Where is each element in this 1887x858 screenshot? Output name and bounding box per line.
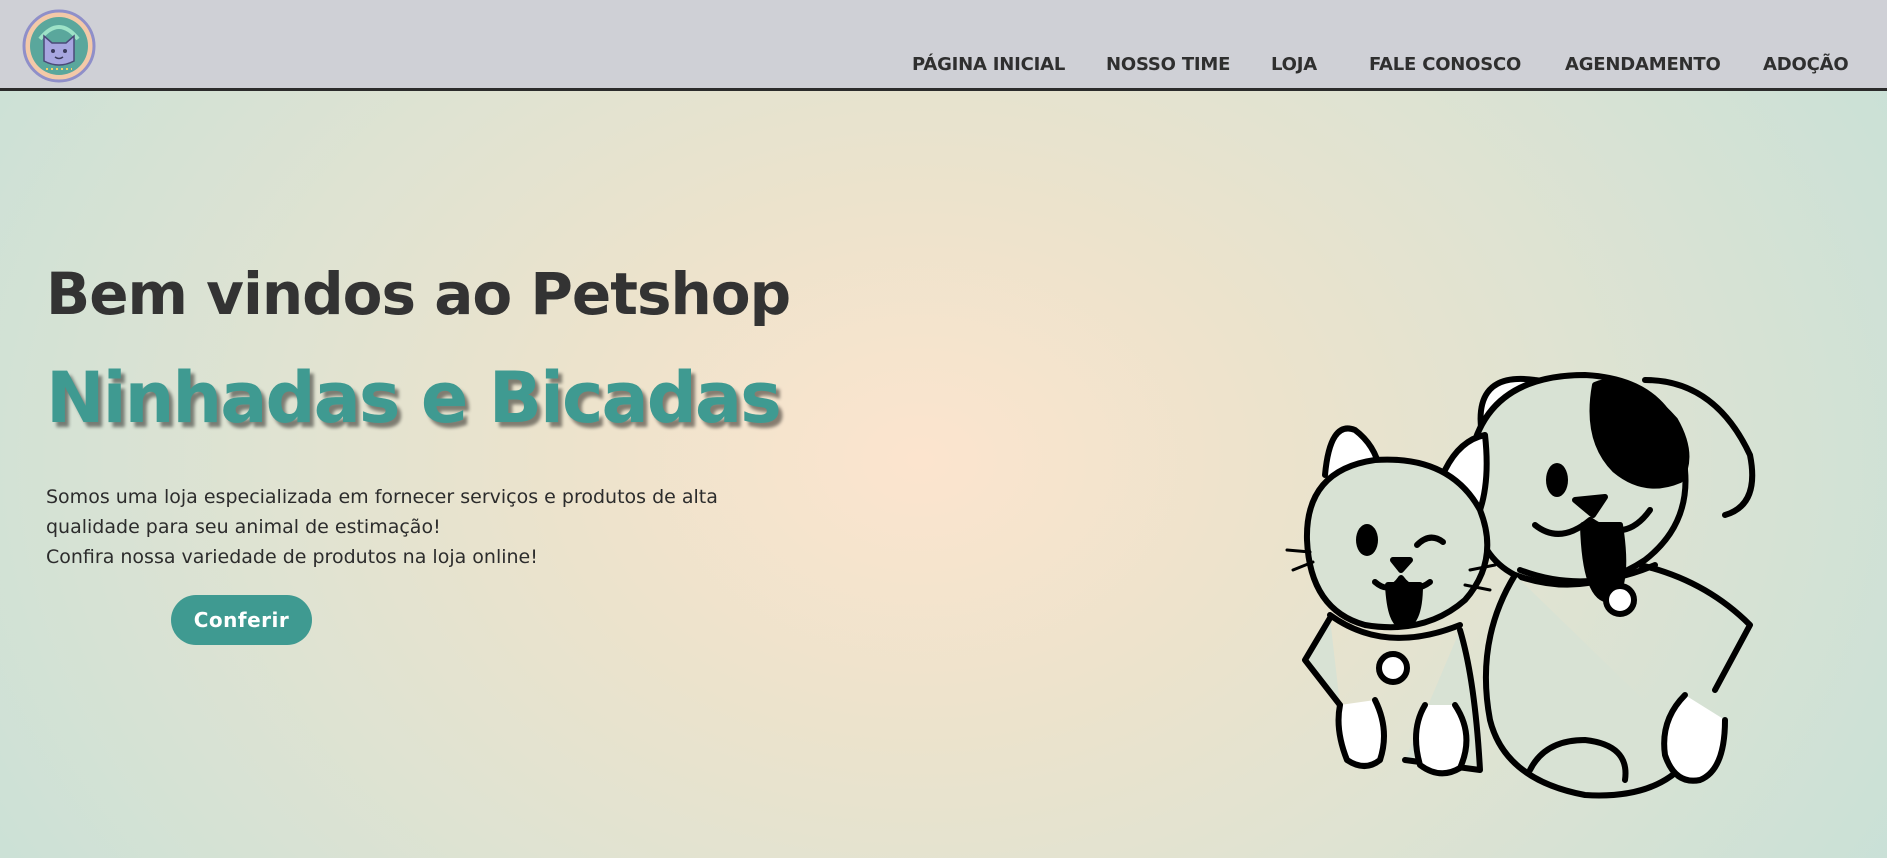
nav-item-nosso-time[interactable]: NOSSO TIME bbox=[1106, 54, 1230, 75]
hero-description-line: qualidade para seu animal de estimação! bbox=[46, 516, 441, 538]
top-header: PÁGINA INICIAL NOSSO TIME LOJA FALE CONO… bbox=[0, 0, 1887, 91]
nav-item-agendamento[interactable]: AGENDAMENTO bbox=[1565, 54, 1721, 75]
cat-logo-icon[interactable] bbox=[22, 9, 96, 83]
cat-and-dog-illustration bbox=[1285, 372, 1756, 799]
nav-item-pagina-inicial[interactable]: PÁGINA INICIAL bbox=[912, 54, 1065, 75]
hero-description: Somos uma loja especializada em fornecer… bbox=[46, 482, 826, 572]
nav-item-loja[interactable]: LOJA bbox=[1271, 54, 1317, 75]
hero-brand-name: Ninhadas e Bicadas bbox=[46, 357, 782, 439]
hero-description-line: Confira nossa variedade de produtos na l… bbox=[46, 546, 538, 568]
conferir-button[interactable]: Conferir bbox=[171, 595, 312, 645]
hero-title: Bem vindos ao Petshop bbox=[46, 260, 791, 328]
hero-description-line: Somos uma loja especializada em fornecer… bbox=[46, 486, 718, 508]
nav-item-fale-conosco[interactable]: FALE CONOSCO bbox=[1369, 54, 1521, 75]
nav-item-adocao[interactable]: ADOÇÃO bbox=[1763, 54, 1849, 75]
